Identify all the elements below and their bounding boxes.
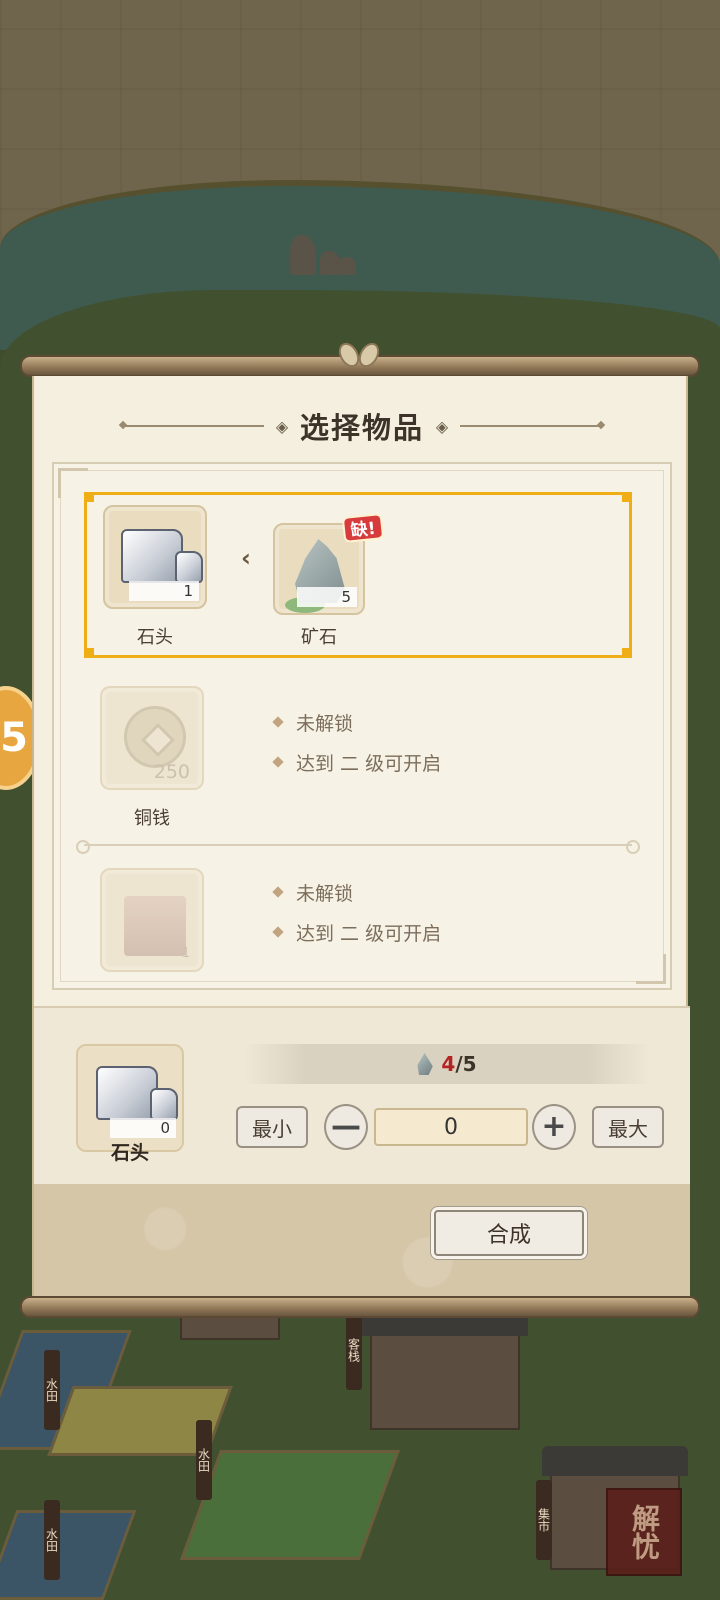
- item-name: 矿石: [301, 627, 337, 648]
- jieyou-stamp[interactable]: 解忧: [606, 1488, 682, 1576]
- row-divider: [76, 840, 640, 854]
- quantity-input[interactable]: 0: [374, 1108, 528, 1146]
- min-button[interactable]: 最小: [236, 1106, 308, 1148]
- lock-status: 未解锁: [296, 712, 354, 735]
- dialog-title: 选择物品: [300, 411, 425, 445]
- lock-info: 未解锁 达到 二 级可开启: [272, 702, 534, 782]
- select-item-dialog: ◈ 选择物品 ◈ 1 石头 ‹ 5 缺! 矿石 250 铜钱 未解锁 达到 二 …: [32, 376, 690, 1296]
- plus-button[interactable]: +: [532, 1104, 576, 1150]
- copper-coin-item-slot[interactable]: 250: [100, 686, 204, 790]
- item-count: 0: [110, 1118, 176, 1138]
- sign-market[interactable]: 集市: [536, 1480, 552, 1560]
- required-count: /5: [455, 1052, 477, 1076]
- craft-item-name: 石头: [110, 1142, 149, 1164]
- material-owned: 4 /5: [244, 1044, 650, 1084]
- minus-button[interactable]: —: [324, 1104, 368, 1150]
- dialog-header: ◈ 选择物品 ◈: [124, 406, 601, 446]
- sign-water-field[interactable]: 水田: [44, 1350, 60, 1430]
- recipe-row-copper-coin[interactable]: 250 铜钱 未解锁 达到 二 级可开启: [84, 676, 632, 842]
- owned-count: 4: [441, 1052, 456, 1076]
- recipe-list[interactable]: 1 石头 ‹ 5 缺! 矿石 250 铜钱 未解锁 达到 二 级可开启 1 未解…: [52, 462, 672, 990]
- stone-item-slot[interactable]: 1: [103, 505, 207, 609]
- arrow-left-icon: ‹: [241, 544, 251, 572]
- ornament-icon: ◈: [435, 416, 449, 436]
- inn-building[interactable]: [362, 1306, 528, 1430]
- craft-item-slot: 0: [76, 1044, 184, 1152]
- ore-icon: [417, 1053, 433, 1075]
- scroll-rod-bottom: [20, 1296, 700, 1318]
- item-count: 5: [297, 587, 357, 607]
- craft-controls: 0 石头 4 /5 最小 — 0 + 最大: [34, 1006, 690, 1184]
- max-button[interactable]: 最大: [592, 1106, 664, 1148]
- stone-icon: [121, 529, 183, 583]
- sign-water-field[interactable]: 水田: [196, 1420, 212, 1500]
- recipe-row-locked[interactable]: 1 未解锁 达到 二 级可开启: [84, 858, 632, 988]
- copper-coin-icon: [124, 706, 186, 768]
- item-count: 1: [129, 581, 199, 601]
- item-count: 250: [153, 761, 190, 783]
- scroll-knot-icon: [334, 336, 384, 374]
- locked-item-slot[interactable]: 1: [100, 868, 204, 972]
- rice-field: [179, 1450, 401, 1560]
- dialog-footer: 合成: [34, 1184, 690, 1296]
- ornament-icon: ◈: [275, 416, 289, 436]
- stone-icon: [96, 1066, 158, 1120]
- recipe-row-stone[interactable]: 1 石头 ‹ 5 缺! 矿石: [84, 492, 632, 658]
- sign-water-field[interactable]: 水田: [44, 1500, 60, 1580]
- item-name: 铜钱: [134, 808, 170, 829]
- sign-inn[interactable]: 客栈: [346, 1310, 362, 1390]
- lock-info: 未解锁 达到 二 级可开启: [272, 872, 534, 952]
- water-field: [0, 1510, 137, 1600]
- item-name: 石头: [137, 627, 173, 648]
- item-count: 1: [181, 946, 190, 961]
- missing-badge: 缺!: [341, 512, 385, 544]
- unlock-requirement: 达到 二 级可开启: [296, 922, 442, 945]
- lock-status: 未解锁: [296, 882, 354, 905]
- craft-button[interactable]: 合成: [434, 1210, 584, 1256]
- river-rocks: [280, 225, 360, 275]
- unlock-requirement: 达到 二 级可开启: [296, 752, 442, 775]
